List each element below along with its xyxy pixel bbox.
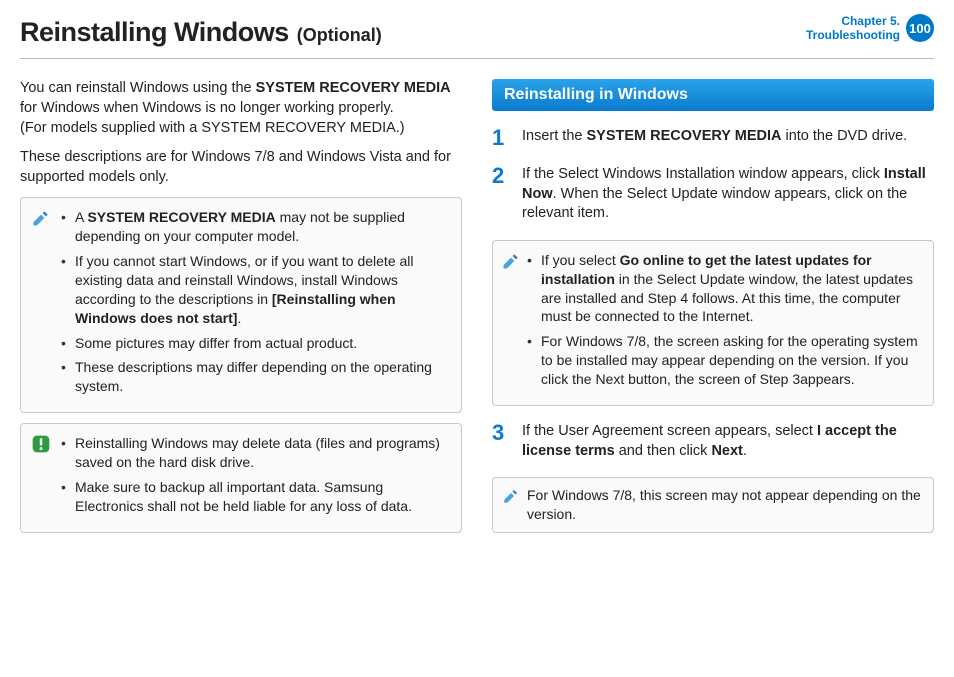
list-item: If you select Go online to get the lates…: [527, 251, 919, 327]
step-body: Insert the SYSTEM RECOVERY MEDIA into th…: [522, 127, 934, 149]
bold-text: SYSTEM RECOVERY MEDIA: [87, 209, 275, 225]
text: . When the Select Update window appears,…: [522, 186, 907, 222]
bold-text: SYSTEM RECOVERY MEDIA: [586, 128, 781, 144]
page-title-sub: (Optional): [297, 23, 382, 47]
list-item: Some pictures may differ from actual pro…: [61, 334, 447, 353]
section-header: Reinstalling in Windows: [492, 79, 934, 111]
chapter-label: Chapter 5. Troubleshooting: [806, 14, 900, 43]
note-list: If you select Go online to get the lates…: [527, 251, 919, 389]
caution-icon: [31, 434, 51, 454]
pencil-note-icon: [31, 208, 51, 228]
text: (For models supplied with a SYSTEM RECOV…: [20, 120, 405, 136]
page-number: 100: [909, 20, 931, 38]
step-body: If the User Agreement screen appears, se…: [522, 422, 934, 461]
step-body: If the Select Windows Installation windo…: [522, 165, 934, 224]
chapter-block: Chapter 5. Troubleshooting 100: [806, 14, 934, 43]
text: If the Select Windows Installation windo…: [522, 166, 884, 182]
page-number-badge: 100: [906, 14, 934, 42]
list-item: These descriptions may differ depending …: [61, 358, 447, 396]
left-column: You can reinstall Windows using the SYST…: [20, 79, 462, 532]
text: If you select: [541, 252, 620, 268]
page-title-block: Reinstalling Windows (Optional): [20, 14, 382, 50]
right-column: Reinstalling in Windows 1 Insert the SYS…: [492, 79, 934, 532]
content-columns: You can reinstall Windows using the SYST…: [0, 59, 954, 532]
text: into the DVD drive.: [781, 128, 907, 144]
step-number: 1: [492, 127, 510, 149]
text: for Windows when Windows is no longer wo…: [20, 100, 394, 116]
step-2: 2 If the Select Windows Installation win…: [492, 165, 934, 224]
chapter-line2: Troubleshooting: [806, 28, 900, 42]
page-title: Reinstalling Windows: [20, 14, 289, 50]
text: and then click: [615, 443, 712, 459]
step-number: 3: [492, 422, 510, 461]
intro-paragraph-1: You can reinstall Windows using the SYST…: [20, 79, 462, 138]
note-box-1: A SYSTEM RECOVERY MEDIA may not be suppl…: [20, 197, 462, 413]
step-number: 2: [492, 165, 510, 224]
note-list: A SYSTEM RECOVERY MEDIA may not be suppl…: [61, 208, 447, 396]
text: A: [75, 209, 87, 225]
step-1: 1 Insert the SYSTEM RECOVERY MEDIA into …: [492, 127, 934, 149]
text: Insert the: [522, 128, 586, 144]
warning-box: Reinstalling Windows may delete data (fi…: [20, 423, 462, 533]
chapter-line1: Chapter 5.: [806, 14, 900, 28]
step-3: 3 If the User Agreement screen appears, …: [492, 422, 934, 461]
intro-paragraph-2: These descriptions are for Windows 7/8 a…: [20, 148, 462, 187]
text: .: [743, 443, 747, 459]
bold-text: SYSTEM RECOVERY MEDIA: [256, 80, 451, 96]
warning-list: Reinstalling Windows may delete data (fi…: [61, 434, 447, 516]
text: If the User Agreement screen appears, se…: [522, 423, 817, 439]
text: You can reinstall Windows using the: [20, 80, 256, 96]
pencil-note-icon: [501, 486, 521, 506]
list-item: A SYSTEM RECOVERY MEDIA may not be suppl…: [61, 208, 447, 246]
note-box-3: For Windows 7/8, this screen may not app…: [492, 477, 934, 533]
note-text: For Windows 7/8, this screen may not app…: [527, 487, 921, 522]
list-item: Make sure to backup all important data. …: [61, 478, 447, 516]
list-item: Reinstalling Windows may delete data (fi…: [61, 434, 447, 472]
note-box-2: If you select Go online to get the lates…: [492, 240, 934, 406]
pencil-note-icon: [501, 251, 521, 271]
list-item: For Windows 7/8, the screen asking for t…: [527, 332, 919, 389]
page-header: Reinstalling Windows (Optional) Chapter …: [0, 0, 954, 50]
bold-text: Next: [711, 443, 742, 459]
list-item: If you cannot start Windows, or if you w…: [61, 252, 447, 328]
text: .: [237, 310, 241, 326]
